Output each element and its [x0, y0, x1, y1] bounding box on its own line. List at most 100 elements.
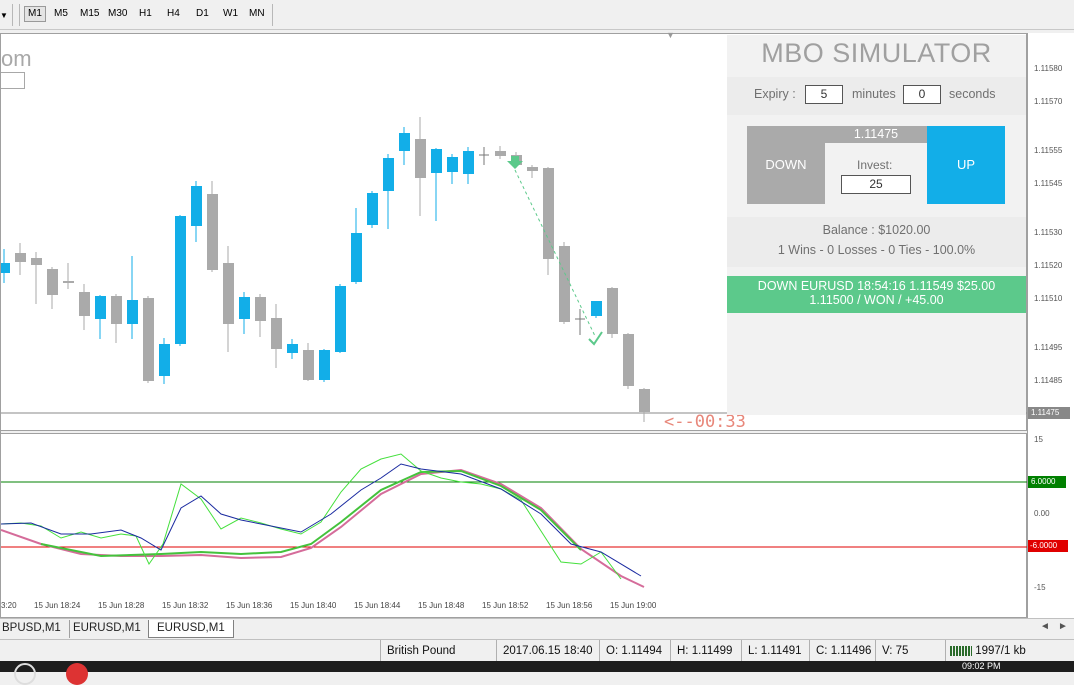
- timeframe-h1-button[interactable]: H1: [139, 8, 152, 19]
- price-tick: 1.11555: [1034, 146, 1063, 155]
- invest-label: Invest:: [857, 158, 893, 172]
- timeframe-w1-button[interactable]: W1: [223, 8, 238, 19]
- indicator-tick: 0.00: [1034, 509, 1050, 518]
- candle-body: [399, 133, 410, 151]
- countdown-timer: <--00:33: [664, 412, 746, 432]
- candle-body: [95, 296, 106, 319]
- candle-body: [383, 158, 394, 191]
- candle-body: [639, 389, 650, 412]
- candle-body: [191, 186, 202, 226]
- stats-text: 1 Wins - 0 Losses - 0 Ties - 100.0%: [777, 243, 976, 257]
- trade-line-1: DOWN EURUSD 18:54:16 1.11549 $25.00: [757, 279, 996, 293]
- trade-win-check-icon: [588, 331, 603, 346]
- candle-body: [447, 157, 458, 172]
- timeframe-m30-button[interactable]: M30: [108, 8, 127, 19]
- dropdown-arrow-icon[interactable]: ▼: [0, 11, 8, 20]
- price-tick: 1.11570: [1034, 97, 1063, 106]
- taskbar: 09:02 PM: [0, 661, 1074, 685]
- trade-result-banner: DOWN EURUSD 18:54:16 1.11549 $25.00 1.11…: [727, 276, 1026, 313]
- time-tick: 15 Jun 18:48: [418, 601, 465, 610]
- invest-input[interactable]: 25: [841, 175, 911, 194]
- trade-line: [514, 169, 596, 337]
- up-button[interactable]: UP: [927, 126, 1005, 204]
- status-low: L: 1.11491: [741, 640, 809, 662]
- status-traffic: 1997/1 kb: [945, 640, 1074, 662]
- time-tick: 15 Jun 19:00: [610, 601, 657, 610]
- candle-body: [463, 151, 474, 174]
- candle-body: [255, 297, 266, 321]
- tab-scroll-right-icon[interactable]: ►: [1058, 621, 1068, 632]
- simulator-title: MBO SIMULATOR: [761, 38, 992, 68]
- candle-body: [223, 263, 234, 324]
- candle-body: [303, 350, 314, 380]
- candle-body: [559, 246, 570, 322]
- indicator-chart: 3:20 15 Jun 18:24 15 Jun 18:28 15 Jun 18:32…: [1, 453, 1027, 610]
- candle-body: [207, 194, 218, 270]
- minutes-label: minutes: [852, 87, 896, 101]
- timeframe-m15-button[interactable]: M15: [80, 8, 99, 19]
- status-volume: V: 75: [875, 640, 945, 662]
- candle-body: [143, 298, 154, 381]
- indicator-upper-level-label: 6.0000: [1028, 476, 1066, 488]
- candle-body: [607, 288, 618, 334]
- candle-body: [79, 292, 90, 316]
- balance-text: Balance : $1020.00: [822, 223, 931, 237]
- candle-body: [527, 167, 538, 171]
- taskbar-app-icon[interactable]: [14, 663, 36, 685]
- price-tick: 1.11510: [1034, 294, 1063, 303]
- price-tick: 1.11520: [1034, 261, 1063, 270]
- tab-gbpusd[interactable]: BPUSD,M1: [0, 620, 70, 638]
- timeframe-h4-button[interactable]: H4: [167, 8, 180, 19]
- status-close: C: 1.11496: [809, 640, 875, 662]
- timeframe-mn-button[interactable]: MN: [249, 8, 265, 19]
- indicator-line-pink: [1, 468, 645, 588]
- timeframe-m1-button[interactable]: M1: [24, 6, 46, 22]
- expiry-minutes-input[interactable]: 5: [805, 85, 843, 104]
- candle-body: [319, 350, 330, 380]
- candle-body: [63, 281, 74, 283]
- tab-scroll-left-icon[interactable]: ◄: [1040, 621, 1050, 632]
- trade-line-2: 1.11500 / WON / +45.00: [809, 293, 944, 307]
- traffic-text: 1997/1 kb: [975, 645, 1026, 657]
- time-tick: 15 Jun 18:40: [290, 601, 337, 610]
- connection-bars-icon: [950, 645, 972, 656]
- timeframe-m5-button[interactable]: M5: [54, 8, 68, 19]
- indicator-line-light-green: [1, 453, 622, 580]
- time-tick: 15 Jun 18:44: [354, 601, 401, 610]
- candle-body: [335, 286, 346, 352]
- candle-body: [175, 216, 186, 344]
- time-tick: 15 Jun 18:36: [226, 601, 273, 610]
- balance-section: Balance : $1020.00 1 Wins - 0 Losses - 0…: [727, 217, 1026, 267]
- candle-body: [31, 258, 42, 265]
- price-tick: 1.11485: [1034, 376, 1063, 385]
- time-tick: 15 Jun 18:52: [482, 601, 529, 610]
- expiry-seconds-input[interactable]: 0: [903, 85, 941, 104]
- price-tick: 1.11530: [1034, 228, 1063, 237]
- candle-body: [111, 296, 122, 324]
- timeframe-d1-button[interactable]: D1: [196, 8, 209, 19]
- tab-eurusd-1[interactable]: EURUSD,M1: [65, 620, 150, 638]
- candle-body: [351, 233, 362, 282]
- candle-body: [495, 151, 506, 156]
- current-price-label: 1.11475: [1028, 407, 1070, 419]
- down-button[interactable]: DOWN: [747, 126, 825, 204]
- time-tick: 15 Jun 18:28: [98, 601, 145, 610]
- candle-body: [591, 301, 602, 316]
- indicator-line-blue: [1, 463, 642, 577]
- mbo-simulator-panel: MBO SIMULATOR Expiry : 5 minutes 0 secon…: [727, 35, 1026, 415]
- candle-body: [431, 149, 442, 173]
- taskbar-clock: 09:02 PM: [962, 661, 1001, 671]
- indicator-tick: 15: [1034, 435, 1043, 444]
- candle-body: [159, 344, 170, 376]
- tab-eurusd-2[interactable]: EURUSD,M1: [148, 620, 234, 638]
- time-tick: 3:20: [1, 601, 17, 610]
- candle-body: [287, 344, 298, 353]
- price-axis: [1027, 33, 1074, 618]
- candle-body: [367, 193, 378, 225]
- candle-body: [127, 300, 138, 324]
- taskbar-app-icon[interactable]: [66, 663, 88, 685]
- price-tick: 1.11580: [1034, 64, 1063, 73]
- candle-body: [623, 334, 634, 386]
- time-tick: 15 Jun 18:56: [546, 601, 593, 610]
- status-bar: British Pound 2017.06.15 18:40 O: 1.1149…: [0, 639, 1074, 662]
